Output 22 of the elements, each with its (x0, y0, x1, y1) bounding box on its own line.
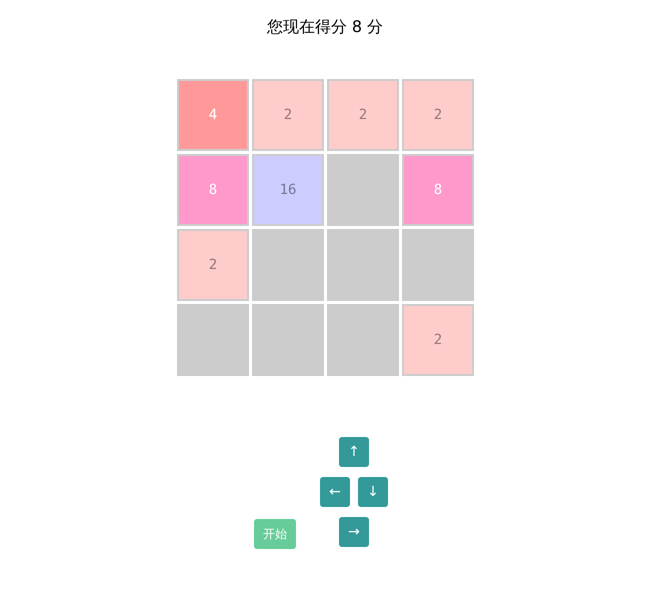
left-arrow-button[interactable]: ← (320, 477, 350, 507)
empty-cell (402, 229, 474, 301)
up-arrow-button[interactable]: ↑ (339, 437, 369, 467)
empty-cell (252, 229, 324, 301)
number-tile: 8 (402, 154, 474, 226)
empty-cell (327, 154, 399, 226)
number-tile: 2 (327, 79, 399, 151)
number-tile: 2 (252, 79, 324, 151)
number-tile: 8 (177, 154, 249, 226)
number-tile: 2 (177, 229, 249, 301)
empty-cell (327, 304, 399, 376)
empty-cell (327, 229, 399, 301)
number-tile: 2 (402, 79, 474, 151)
score-text: 您现在得分 8 分 (266, 17, 384, 37)
number-tile: 2 (402, 304, 474, 376)
empty-cell (177, 304, 249, 376)
right-arrow-button[interactable]: → (339, 517, 369, 547)
start-button[interactable]: 开始 (254, 519, 296, 549)
empty-cell (252, 304, 324, 376)
number-tile: 4 (177, 79, 249, 151)
number-tile: 16 (252, 154, 324, 226)
down-arrow-button[interactable]: ↓ (358, 477, 388, 507)
